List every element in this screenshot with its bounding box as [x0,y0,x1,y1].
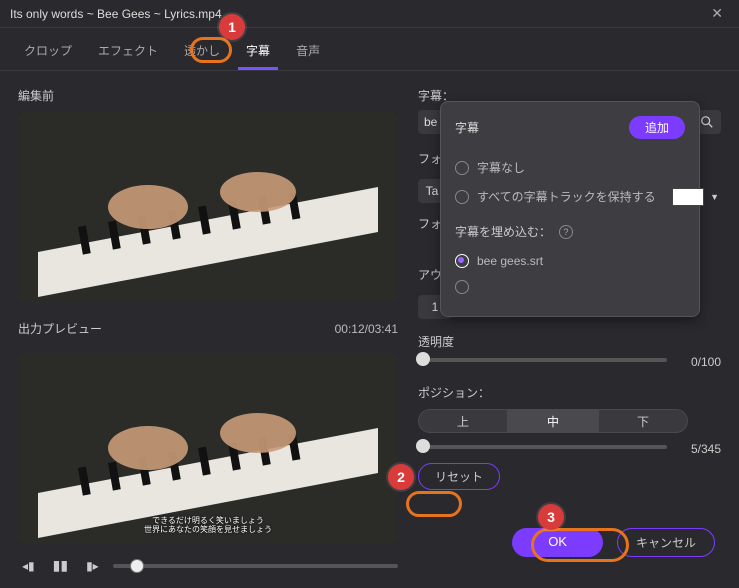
pause-button[interactable]: ▮▮ [49,553,72,578]
titlebar: Its only words ~ Bee Gees ~ Lyrics.mp4 ✕ [0,0,739,28]
position-thumb[interactable] [416,439,430,453]
radio-empty[interactable] [455,274,685,300]
opacity-thumb[interactable] [416,352,430,366]
annotation-ring-3 [531,528,629,562]
opacity-value: 0/100 [671,355,721,369]
position-segmented: 上 中 下 [418,409,688,433]
radio-keep-all[interactable]: すべての字幕トラックを保持する 〉 [455,182,685,211]
content: 編集前 出力プレビュー [0,71,739,588]
chevron-down-icon: ▼ [710,192,719,202]
position-slider[interactable] [418,445,667,449]
radio-file[interactable]: bee gees.srt [455,248,685,274]
left-column: 編集前 出力プレビュー [18,87,398,578]
position-section: ポジション： 上 中 下 5/345 [418,384,721,449]
tab-effect[interactable]: エフェクト [90,36,166,70]
radio-none[interactable]: 字幕なし [455,153,685,182]
pos-bottom[interactable]: 下 [598,409,688,433]
swatch-white [672,188,704,206]
right-column: 字幕： be ••• フォ Ta フォ [418,87,721,578]
add-subtitle-button[interactable]: 追加 [629,116,685,139]
piano-image-out [18,353,398,543]
prev-button[interactable]: ◂▮ [18,555,39,577]
radio-icon [455,190,469,204]
output-header: 出力プレビュー 00:12/03:41 [18,320,398,345]
annotation-badge-1: 1 [219,14,245,40]
radio-icon [455,280,469,294]
player-controls: ◂▮ ▮▮ ▮▸ [18,553,398,578]
position-label: ポジション： [418,384,721,401]
opacity-slider[interactable] [418,358,667,362]
subtitle-popover: 字幕 追加 字幕なし すべての字幕トラックを保持する 〉 字幕を埋め込む： ? [440,101,700,317]
close-icon[interactable]: ✕ [705,5,729,22]
tab-crop[interactable]: クロップ [16,36,80,70]
editor-window: Its only words ~ Bee Gees ~ Lyrics.mp4 ✕… [0,0,739,575]
radio-none-label: 字幕なし [477,159,525,176]
pos-mid[interactable]: 中 [508,409,598,433]
annotation-ring-1 [190,37,232,63]
popover-title: 字幕 [455,119,479,136]
time-display: 00:12/03:41 [335,322,398,336]
tab-bar: クロップ エフェクト 透かし 字幕 音声 [0,28,739,71]
subtitle-line-2: 世界にあなたの笑顔を見せましょう [144,525,272,535]
before-edit-label: 編集前 [18,87,398,104]
burned-subtitle: できるだけ明るく笑いましょう 世界にあなたの笑顔を見せましょう [144,516,272,535]
cancel-button[interactable]: キャンセル [617,528,715,557]
opacity-label: 透明度 [418,333,721,350]
search-icon [700,115,714,129]
reset-button[interactable]: リセット [418,463,500,490]
preview-output: できるだけ明るく笑いましょう 世界にあなたの笑顔を見せましょう [18,353,398,543]
seek-slider[interactable] [113,564,398,568]
next-button[interactable]: ▮▸ [82,555,103,577]
annotation-badge-3: 3 [538,504,564,530]
annotation-badge-2: 2 [388,464,414,490]
tab-audio[interactable]: 音声 [288,36,328,70]
radio-file-label: bee gees.srt [477,254,543,268]
annotation-ring-2 [406,491,462,517]
radio-keep-label: すべての字幕トラックを保持する [477,188,656,205]
tab-subtitle[interactable]: 字幕 [238,36,278,70]
help-icon[interactable]: ? [559,225,573,239]
embed-label: 字幕を埋め込む： ? [455,223,685,240]
window-title: Its only words ~ Bee Gees ~ Lyrics.mp4 [10,7,222,21]
color-swatch[interactable]: ▼ [672,188,719,206]
pos-top[interactable]: 上 [418,409,508,433]
opacity-section: 透明度 0/100 [418,333,721,362]
radio-icon [455,161,469,175]
position-value: 5/345 [671,442,721,456]
preview-original [18,112,398,302]
piano-image [18,112,398,302]
subtitle-line-1: できるだけ明るく笑いましょう [144,516,272,526]
radio-icon-checked [455,254,469,268]
seek-thumb[interactable] [130,559,144,573]
output-preview-label: 出力プレビュー [18,320,102,337]
